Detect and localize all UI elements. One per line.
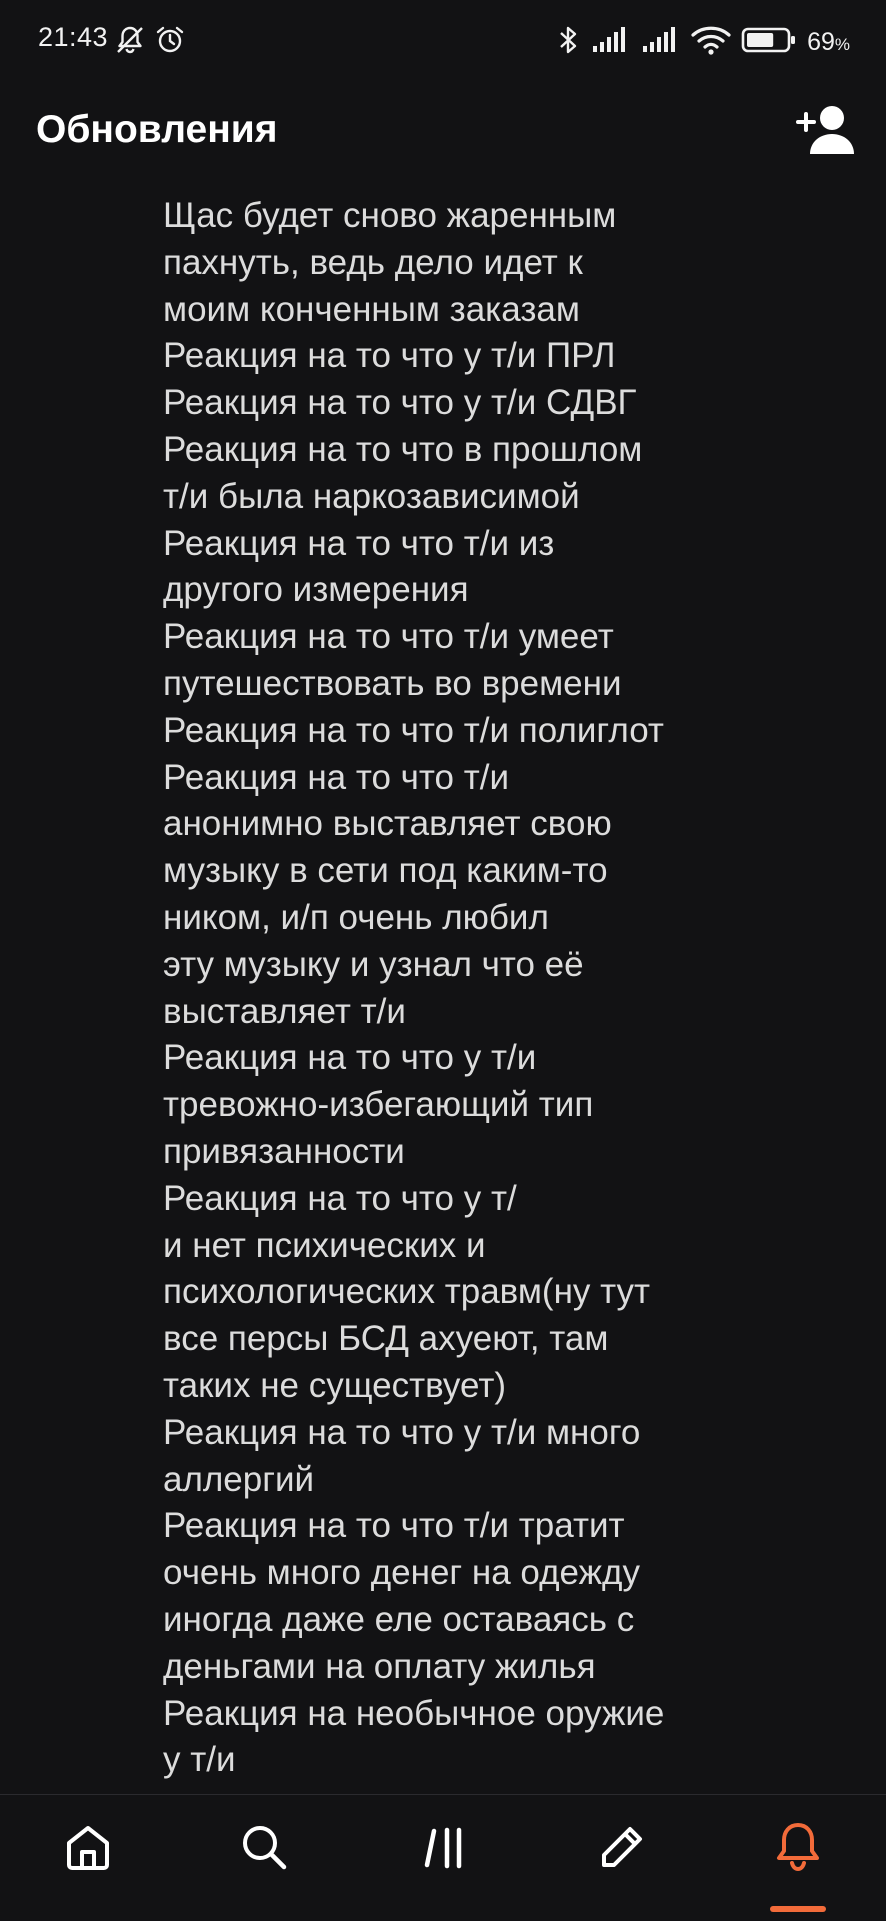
description-line: Реакция на то что у т/и: [163, 1038, 537, 1078]
description-line: таких не существует): [163, 1365, 507, 1405]
pencil-icon: [596, 1821, 648, 1878]
description-line: и нет психических и: [163, 1225, 486, 1265]
bluetooth-icon: [555, 24, 581, 61]
page-title: Обновления: [36, 108, 278, 151]
description-line: Реакция на то что т/и полиглот: [163, 710, 664, 750]
search-icon: [238, 1821, 290, 1878]
nav-home-button[interactable]: [56, 1817, 120, 1881]
description-line: эту музыку и узнал что её: [163, 944, 584, 984]
description-line: Реакция на то что т/и умеет: [163, 617, 614, 657]
active-tab-indicator: [770, 1906, 826, 1912]
battery-icon: [741, 26, 797, 59]
description-line: привязанности: [163, 1131, 405, 1171]
description-line: Реакция на то что т/и тратит: [163, 1506, 625, 1546]
description-line: Щас будет сново жаренным: [163, 196, 617, 235]
description-line: очень много денег на одежду: [163, 1553, 640, 1593]
description-line: все персы БСД ахуеют, там: [163, 1319, 609, 1359]
nav-notifications-button[interactable]: [766, 1817, 830, 1881]
status-right-icons: 69%: [555, 24, 850, 61]
signal-icon: [641, 26, 681, 59]
bottom-nav: [0, 1794, 886, 1921]
description-line: пахнуть, ведь дело идет к: [163, 242, 583, 282]
description-line: Реакция на то что т/и: [163, 757, 510, 797]
description-line: Реакция на необычное оружие: [163, 1693, 665, 1733]
home-icon: [62, 1821, 114, 1878]
status-left-icons: [114, 24, 186, 61]
description-lines: Щас будет сново жаренным пахнуть, ведь де…: [163, 193, 863, 1783]
description-line: путешествовать во времени: [163, 663, 622, 703]
story-description: Щас будет сново жаренным пахнуть, ведь де…: [163, 193, 863, 1783]
description-line: анонимно выставляет свою: [163, 804, 612, 844]
description-line: аллергий: [163, 1459, 315, 1499]
description-line: Реакция на то что т/и из: [163, 523, 555, 563]
status-bar: 21:43 69%: [0, 0, 886, 82]
wifi-icon: [691, 25, 731, 60]
nav-write-button[interactable]: [590, 1817, 654, 1881]
description-line: выставляет т/и: [163, 991, 406, 1031]
description-line: другого измерения: [163, 570, 469, 610]
description-line: тревожно-избегающий тип: [163, 1085, 594, 1125]
description-line: Реакция на то что у т/и ПРЛ: [163, 336, 616, 376]
description-line: психологических травм(ну тут: [163, 1272, 651, 1312]
bell-icon: [772, 1819, 824, 1880]
description-line: Реакция на то что у т/и СДВГ: [163, 383, 637, 423]
description-line: ником, и/п очень любил: [163, 897, 549, 937]
description-line: Реакция на то что у т/: [163, 1178, 517, 1218]
description-line: деньгами на оплату жилья: [163, 1646, 596, 1686]
description-line: т/и была наркозависимой: [163, 476, 580, 516]
alarm-icon: [154, 24, 186, 61]
add-friend-button[interactable]: [794, 102, 858, 158]
description-line: иногда даже еле оставаясь с: [163, 1599, 635, 1639]
description-line: музыку в сети под каким-то: [163, 851, 608, 891]
description-line: у т/и: [163, 1740, 236, 1780]
description-line: моим конченным заказам: [163, 289, 580, 329]
add-user-icon: [794, 106, 858, 162]
signal-icon: [591, 26, 631, 59]
description-line: Реакция на то что у т/и много: [163, 1412, 641, 1452]
nav-search-button[interactable]: [232, 1817, 296, 1881]
app-header: Обновления: [0, 96, 886, 166]
description-line: Реакция на то что в прошлом: [163, 429, 643, 469]
bell-off-icon: [114, 24, 146, 61]
battery-percent: 69%: [807, 28, 850, 56]
status-time: 21:43: [38, 22, 109, 52]
library-icon: [418, 1821, 470, 1878]
nav-library-button[interactable]: [412, 1817, 476, 1881]
